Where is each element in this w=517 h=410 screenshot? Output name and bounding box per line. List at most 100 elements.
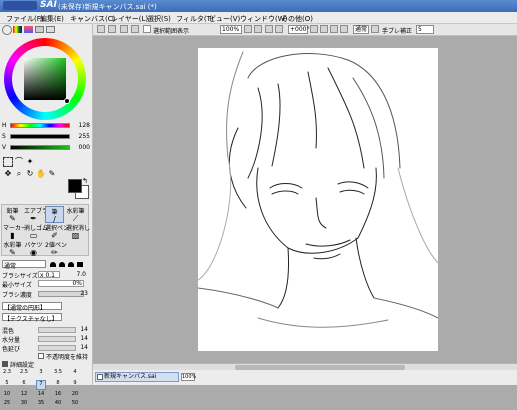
rotate-reset-button[interactable] <box>330 25 338 33</box>
size-preset[interactable]: 3 <box>36 369 46 379</box>
foreground-color-swatch[interactable] <box>68 179 82 193</box>
edge-select[interactable]: 【通常の円形】 <box>2 302 62 312</box>
document-tab-checkbox[interactable] <box>97 374 103 380</box>
tool-bucket[interactable]: バケツ ◉ <box>24 240 43 257</box>
brush-mode-select[interactable]: 通常 <box>2 260 46 270</box>
texture-select[interactable]: 【テクスチャなし】 <box>2 313 62 323</box>
rotate-icon[interactable]: ↻ <box>25 169 35 179</box>
color-wheel[interactable] <box>4 38 86 120</box>
tool-airbrush[interactable]: エアブラ ✒ <box>24 206 48 223</box>
size-preset[interactable]: 30 <box>19 400 29 410</box>
lasso-icon[interactable]: ⌒ <box>14 157 24 167</box>
eyedropper-icon[interactable]: ✎ <box>47 169 57 179</box>
zoom-out-button[interactable] <box>244 25 252 33</box>
blend-mode-select[interactable]: 通常 <box>353 25 369 34</box>
menu-layer[interactable]: レイヤー(L) <box>111 14 148 24</box>
hand-icon[interactable]: ✋ <box>36 169 46 179</box>
tool-pencil[interactable]: 鉛筆 ✎ <box>3 206 22 223</box>
canvas-area[interactable] <box>93 36 517 363</box>
size-preset[interactable]: 5 <box>2 380 12 390</box>
scratchpad-tab[interactable] <box>46 26 55 33</box>
airbrush-icon: ✒ <box>30 214 37 223</box>
canvas-page[interactable] <box>198 48 438 351</box>
size-preset[interactable]: 8 <box>53 380 63 390</box>
size-preset[interactable]: 25 <box>2 400 12 410</box>
pencil-icon: ✎ <box>9 214 16 223</box>
menu-canvas[interactable]: キャンバス(C) <box>70 14 115 24</box>
binary-pen-icon: ✏ <box>51 248 58 257</box>
tool-brush[interactable]: 筆 / <box>45 206 64 224</box>
keep-opacity-label: 不透明度を維持 <box>46 354 89 361</box>
watercolor-icon: ⟋ <box>72 214 79 223</box>
tool-select-eraser[interactable]: 選択消し ▨ <box>66 223 90 240</box>
rgb-slider-tab[interactable] <box>13 26 22 33</box>
color-square[interactable] <box>24 58 66 100</box>
menu-view[interactable]: ビュー(V) <box>209 14 240 24</box>
hsv-slider-tab[interactable] <box>24 26 33 33</box>
stabilizer-label: 手ブレ補正 <box>382 28 413 35</box>
v-label: V <box>2 144 7 151</box>
v-slider[interactable] <box>10 145 70 150</box>
menu-other[interactable]: その他(O) <box>281 14 313 24</box>
zoom-field[interactable]: 100% <box>220 25 242 34</box>
move-icon[interactable]: ✥ <box>3 169 13 179</box>
swap-colors-icon[interactable]: ↰ <box>82 177 88 185</box>
size-preset[interactable]: 35 <box>36 400 46 410</box>
magic-wand-icon[interactable]: ✦ <box>25 157 35 167</box>
tool-watercolor-2[interactable]: 水彩筆 ✎ <box>3 240 22 257</box>
zoom-reset-button[interactable] <box>265 25 273 33</box>
flip-button[interactable] <box>340 25 348 33</box>
rotate-right-button[interactable] <box>320 25 328 33</box>
tool-eraser[interactable]: 消しゴム ▭ <box>24 223 48 240</box>
blend-row[interactable]: 混色 14 <box>2 326 90 335</box>
size-preset[interactable]: 6 <box>19 380 29 390</box>
water-row[interactable]: 水分量 14 <box>2 335 90 344</box>
persistence-row[interactable]: 色延び 14 <box>2 344 90 353</box>
swatch-tab[interactable] <box>35 26 44 33</box>
v-value: 000 <box>78 144 90 151</box>
rotate-left-button[interactable] <box>310 25 318 33</box>
size-preset[interactable]: 2.3 <box>2 369 12 379</box>
menu-file[interactable]: ファイル(F) <box>6 14 44 24</box>
size-preset[interactable]: 2.5 <box>19 369 29 379</box>
brush-size-multiplier[interactable]: x 0.1 <box>38 271 60 279</box>
menu-select[interactable]: 選択(S) <box>147 14 171 24</box>
invert-selection-button[interactable] <box>131 25 139 33</box>
tool-watercolor[interactable]: 水彩筆 ⟋ <box>66 206 85 223</box>
zoom-fit-button[interactable] <box>275 25 283 33</box>
tool-marker[interactable]: マーカー ▮ <box>3 223 27 240</box>
document-zoom: 100% <box>181 373 197 381</box>
stabilizer-select[interactable]: 5 <box>416 25 434 34</box>
tool-grid: 鉛筆 ✎ エアブラ ✒ 筆 / 水彩筆 ⟋ マーカー ▮ 消しゴム ▭ 選択ペン ✐ 選択消し… <box>1 204 90 257</box>
tool-binary-pen[interactable]: 2値ペン ✏ <box>45 240 67 257</box>
select-pen-icon: ✐ <box>51 231 58 240</box>
selection-visible-checkbox[interactable] <box>143 25 151 33</box>
undo-button[interactable] <box>97 25 105 33</box>
h-label: H <box>2 122 7 129</box>
rect-select-icon[interactable] <box>3 157 13 167</box>
size-preset[interactable]: 9 <box>70 380 80 390</box>
keep-opacity-checkbox[interactable] <box>38 353 44 359</box>
deselect-button[interactable] <box>120 25 128 33</box>
brush-shape-selector[interactable] <box>48 260 88 268</box>
document-tab[interactable]: 新規キャンバス.sai <box>95 372 179 382</box>
color-wheel-tab[interactable] <box>2 25 12 35</box>
menu-filter[interactable]: フィルタ(T) <box>176 14 214 24</box>
redo-button[interactable] <box>108 25 116 33</box>
menu-edit[interactable]: 編集(E) <box>40 14 64 24</box>
left-panel: H 128 S 255 V 000 ⌒ ✦ ✥ ⌕ ↻ ✋ ✎ ↰ 鉛筆 ✎ エア… <box>0 24 93 406</box>
detail-toggle[interactable] <box>2 361 8 367</box>
size-preset[interactable]: 50 <box>70 400 80 410</box>
tool-select-pen[interactable]: 選択ペン ✐ <box>45 223 69 240</box>
blend-mode-dropdown[interactable] <box>371 25 379 33</box>
h-slider[interactable] <box>10 123 70 128</box>
s-slider[interactable] <box>10 134 70 139</box>
size-preset[interactable]: 4 <box>70 369 80 379</box>
size-preset-selected[interactable]: 7 <box>36 380 46 390</box>
eraser-icon: ▭ <box>29 231 38 240</box>
rotation-field[interactable]: +000° <box>288 25 309 34</box>
size-preset[interactable]: 40 <box>53 400 63 410</box>
zoom-in-button[interactable] <box>254 25 262 33</box>
size-preset[interactable]: 3.5 <box>53 369 63 379</box>
zoom-icon[interactable]: ⌕ <box>14 169 24 179</box>
